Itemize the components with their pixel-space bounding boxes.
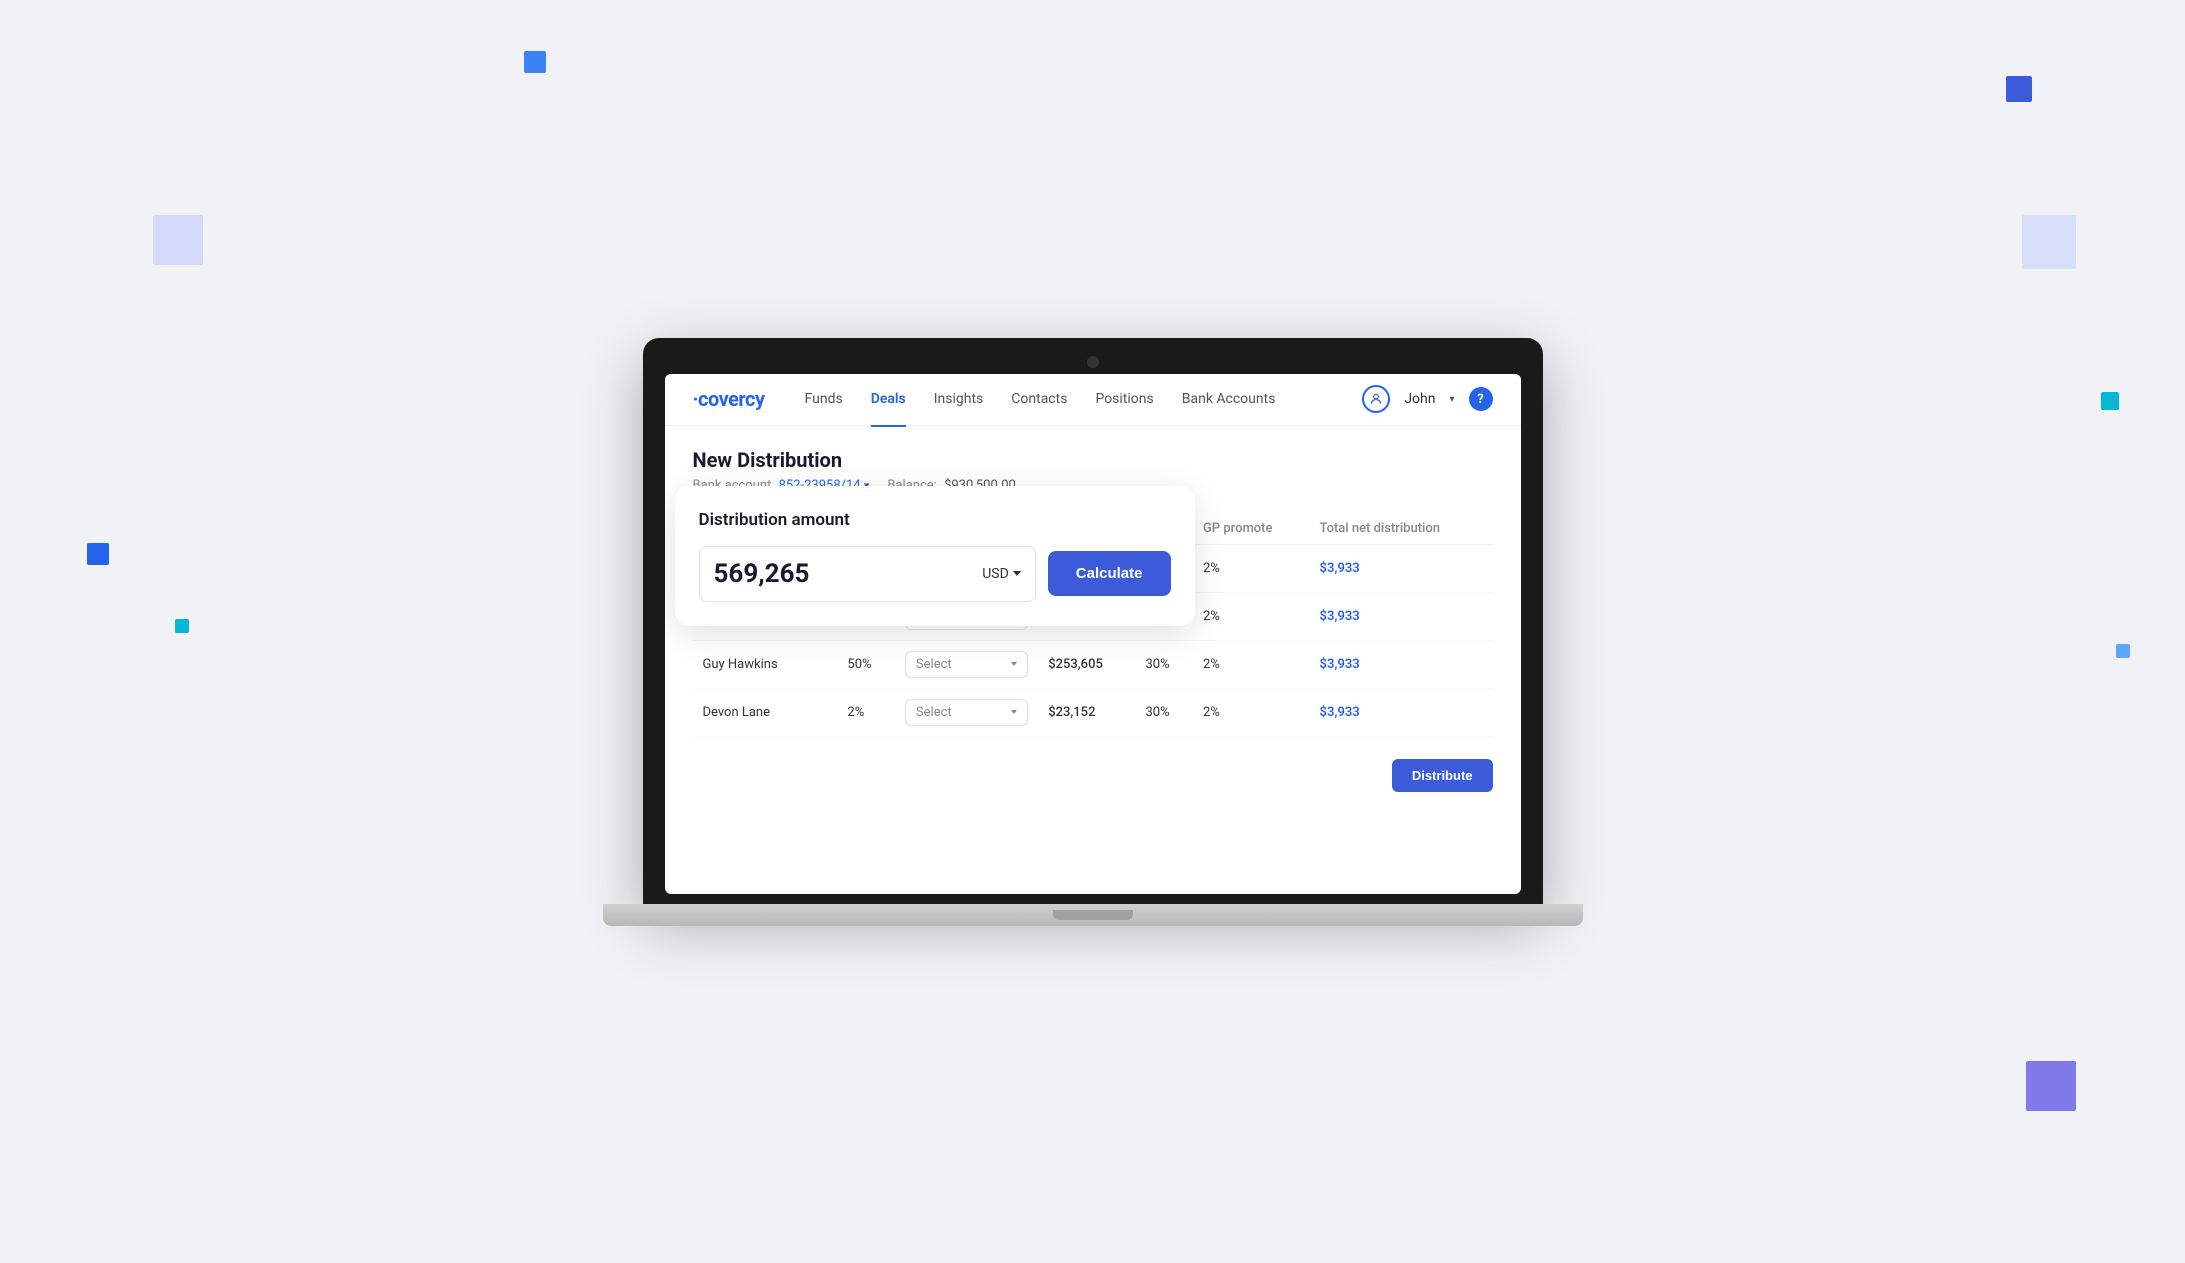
- amount-input-wrap[interactable]: 569,265 USD: [699, 546, 1036, 602]
- table-row: Devon Lane 2% Select $23,152 30%: [693, 688, 1493, 736]
- col-net: Total net distribution: [1310, 513, 1493, 545]
- nav-insights[interactable]: Insights: [934, 387, 984, 411]
- help-button[interactable]: ?: [1469, 387, 1493, 411]
- deco-square-5: [2101, 392, 2119, 410]
- deco-square-1: [524, 51, 546, 73]
- investor-name: Guy Hawkins: [693, 640, 838, 688]
- nav-funds[interactable]: Funds: [805, 387, 843, 411]
- amount-value: 569,265: [714, 559, 983, 589]
- row-promote: 2%: [1193, 592, 1310, 640]
- row-net: $3,933: [1310, 640, 1493, 688]
- row-gp: 30%: [1135, 640, 1193, 688]
- currency-dropdown-icon: [1013, 571, 1021, 576]
- laptop-wrapper: ·covercy Funds Deals Insights Contacts P…: [633, 338, 1553, 926]
- select-label: Select: [916, 705, 952, 720]
- laptop-inner: ·covercy Funds Deals Insights Contacts P…: [665, 374, 1521, 894]
- laptop-base: [603, 904, 1583, 926]
- row-net: $3,933: [1310, 544, 1493, 592]
- row-promote: 2%: [1193, 640, 1310, 688]
- dropdown-arrow-icon: [1011, 662, 1017, 666]
- deco-square-4: [2022, 215, 2076, 269]
- currency-label: USD: [982, 566, 1009, 582]
- nav-links: Funds Deals Insights Contacts Positions …: [805, 387, 1363, 411]
- user-name[interactable]: John: [1404, 391, 1435, 407]
- row-net: $3,933: [1310, 592, 1493, 640]
- deco-square-3: [153, 215, 203, 265]
- nav-deals[interactable]: Deals: [871, 387, 906, 411]
- currency-select[interactable]: USD: [982, 566, 1021, 582]
- nav-positions[interactable]: Positions: [1095, 387, 1153, 411]
- user-avatar: [1362, 385, 1390, 413]
- select-label: Select: [916, 657, 952, 672]
- investor-name: Devon Lane: [693, 688, 838, 736]
- distribute-button[interactable]: Distribute: [1392, 759, 1493, 792]
- chevron-down-icon: ▾: [1449, 394, 1454, 405]
- distribution-card-title: Distribution amount: [699, 510, 1171, 530]
- nav-bar: ·covercy Funds Deals Insights Contacts P…: [665, 374, 1521, 426]
- deco-square-9: [2026, 1061, 2076, 1111]
- deco-square-7: [2116, 644, 2130, 658]
- row-net: $3,933: [1310, 688, 1493, 736]
- distribution-card-row: 569,265 USD Calculate: [699, 546, 1171, 602]
- row-promote: 2%: [1193, 688, 1310, 736]
- nav-bank-accounts[interactable]: Bank Accounts: [1182, 387, 1276, 411]
- screen-notch: [1087, 356, 1099, 368]
- row-gp: 30%: [1135, 688, 1193, 736]
- logo: ·covercy: [693, 387, 765, 411]
- dropdown-arrow-icon: [1011, 710, 1017, 714]
- row-promote: 2%: [1193, 544, 1310, 592]
- main-content: New Distribution Bank account 852-23958/…: [665, 426, 1521, 824]
- nav-contacts[interactable]: Contacts: [1011, 387, 1067, 411]
- row-amount: $253,605: [1038, 640, 1135, 688]
- deco-square-8: [175, 619, 189, 633]
- table-row: Guy Hawkins 50% Select $253,605 30%: [693, 640, 1493, 688]
- distribution-card: Distribution amount 569,265 USD Calculat…: [675, 486, 1195, 626]
- select-dropdown[interactable]: Select: [905, 651, 1028, 678]
- select-dropdown[interactable]: Select: [905, 699, 1028, 726]
- deco-square-2: [2006, 76, 2032, 102]
- investor-percent: 2%: [837, 688, 895, 736]
- select-cell: Select: [895, 640, 1038, 688]
- investor-percent: 50%: [837, 640, 895, 688]
- deco-square-6: [87, 543, 109, 565]
- page-title: New Distribution: [693, 448, 1493, 472]
- nav-right: John ▾ ?: [1362, 385, 1492, 413]
- calculate-button[interactable]: Calculate: [1048, 551, 1171, 596]
- col-promote: GP promote: [1193, 513, 1310, 545]
- laptop-screen: ·covercy Funds Deals Insights Contacts P…: [643, 338, 1543, 904]
- row-amount: $23,152: [1038, 688, 1135, 736]
- select-cell: Select: [895, 688, 1038, 736]
